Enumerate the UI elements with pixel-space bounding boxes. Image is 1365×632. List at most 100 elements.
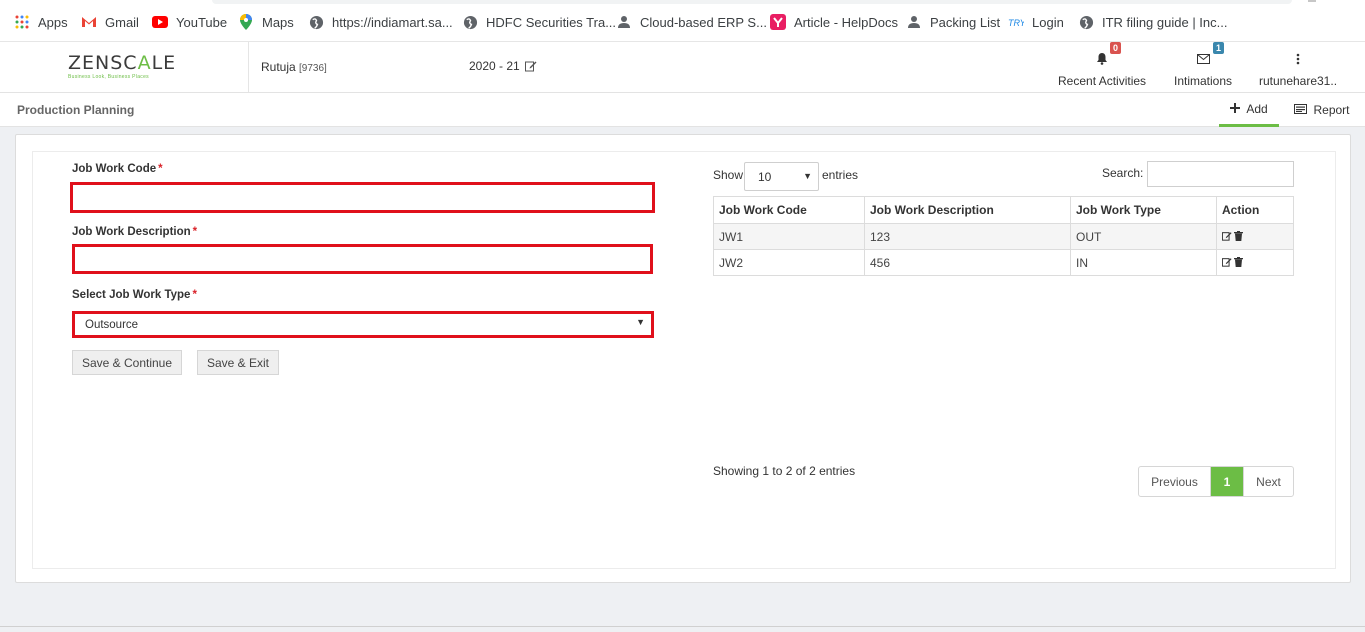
fiscal-year[interactable]: 2020 - 21 — [469, 59, 537, 73]
cell-description: 456 — [864, 249, 1071, 276]
cell-type: OUT — [1070, 223, 1217, 250]
entries-label: entries — [822, 168, 859, 182]
bookmark-label: Gmail — [105, 14, 139, 30]
envelope-icon — [1196, 54, 1210, 68]
bookmark-label: Packing List — [930, 14, 1001, 30]
footer-divider — [0, 626, 1365, 627]
bookmark-label: HDFC Securities Tra... — [486, 14, 617, 30]
plus-icon — [1230, 102, 1241, 116]
chevron-down-icon: ▼ — [636, 317, 645, 327]
bookmark-login[interactable]: TRY Login — [1008, 12, 1064, 32]
bookmark-label: Login — [1032, 14, 1064, 30]
intimations-badge: 1 — [1213, 42, 1224, 54]
recent-activities-badge: 0 — [1110, 42, 1121, 54]
user-icon — [906, 14, 922, 30]
show-label: Show — [713, 168, 744, 182]
required-mark: * — [192, 289, 197, 301]
logo-text-part: ZENSC — [68, 52, 138, 74]
save-exit-button[interactable]: Save & Exit — [197, 350, 279, 375]
edit-icon[interactable] — [524, 60, 537, 72]
header-divider — [248, 42, 249, 92]
user-icon — [616, 14, 632, 30]
logo-text-accent: A — [137, 52, 152, 74]
intimations[interactable]: 1 Intimations — [1170, 42, 1236, 88]
bookmarks-bar: Apps Gmail YouTube Maps https://indiamar… — [0, 0, 1365, 42]
column-header: Action — [1216, 196, 1294, 224]
bookmark-maps[interactable]: Maps — [238, 12, 294, 32]
chevron-down-icon: ▼ — [803, 171, 812, 181]
label-text: Job Work Code — [72, 163, 157, 175]
page-title: Production Planning — [17, 103, 135, 117]
column-header[interactable]: Job Work Code — [713, 196, 865, 224]
zenscale-logo[interactable]: ZENSCALE Business Look, Business Places — [68, 52, 180, 82]
bell-icon — [1096, 52, 1108, 68]
cell-action — [1216, 249, 1294, 276]
job-work-type-value: Outsource — [85, 318, 139, 331]
job-work-description-input[interactable] — [72, 244, 653, 274]
bookmark-itr[interactable]: ITR filing guide | Inc... — [1078, 12, 1228, 32]
svg-text:TRY: TRY — [1008, 18, 1024, 28]
cell-type: IN — [1070, 249, 1217, 276]
bookmark-youtube[interactable]: YouTube — [152, 12, 227, 32]
logo-tagline: Business Look, Business Places — [68, 74, 149, 80]
bookmark-helpdocs[interactable]: Article - HelpDocs — [770, 12, 898, 32]
recent-activities-label: Recent Activities — [1058, 74, 1147, 88]
bookmark-indiamart[interactable]: https://indiamart.sa... — [308, 12, 453, 32]
user-name: Rutuja — [261, 60, 296, 74]
previous-page-button[interactable]: Previous — [1139, 467, 1211, 496]
table-row: JW1 123 OUT — [713, 223, 1294, 250]
bookmark-packing-list[interactable]: Packing List — [906, 12, 1000, 32]
page-1-button[interactable]: 1 — [1211, 467, 1243, 496]
bookmark-label: Apps — [38, 14, 68, 30]
job-work-description-label: Job Work Description * — [72, 226, 197, 238]
pagination: Previous 1 Next — [1138, 466, 1294, 497]
bookmark-label: YouTube — [176, 14, 228, 30]
app-header: ZENSCALE Business Look, Business Places … — [0, 42, 1365, 93]
edit-icon[interactable] — [1221, 256, 1232, 270]
table-row: JW2 456 IN — [713, 249, 1294, 276]
trash-icon[interactable] — [1234, 230, 1243, 244]
bookmark-label: Article - HelpDocs — [794, 14, 899, 30]
trash-icon[interactable] — [1234, 256, 1243, 270]
bookmark-label: ITR filing guide | Inc... — [1102, 14, 1228, 30]
page-titlebar: Production Planning Add Report — [0, 93, 1365, 127]
required-mark: * — [192, 226, 198, 238]
more-vertical-icon — [1296, 53, 1300, 68]
maps-icon — [238, 14, 254, 30]
cell-code: JW2 — [713, 249, 865, 276]
tab-report[interactable]: Report — [1287, 93, 1357, 127]
label-text: Job Work Description — [72, 226, 191, 238]
save-continue-button[interactable]: Save & Continue — [72, 350, 182, 375]
apps-grid-icon — [14, 14, 30, 30]
bookmark-hdfc[interactable]: HDFC Securities Tra... — [462, 12, 616, 32]
table-info: Showing 1 to 2 of 2 entries — [713, 464, 856, 478]
search-input[interactable] — [1147, 161, 1294, 187]
column-header[interactable]: Job Work Description — [864, 196, 1071, 224]
cell-description: 123 — [864, 223, 1071, 250]
cell-code: JW1 — [713, 223, 865, 250]
bookmark-gmail[interactable]: Gmail — [81, 12, 139, 32]
job-work-code-label: Job Work Code * — [72, 163, 163, 175]
required-mark: * — [158, 163, 163, 175]
globe-icon — [1078, 14, 1094, 30]
tab-add[interactable]: Add — [1219, 93, 1279, 127]
page-length-value: 10 — [758, 169, 772, 184]
next-page-button[interactable]: Next — [1243, 467, 1293, 496]
job-work-type-select[interactable]: Outsource ▼ — [72, 311, 654, 338]
recent-activities[interactable]: 0 Recent Activities — [1058, 42, 1147, 88]
bookmark-label: https://indiamart.sa... — [332, 14, 453, 30]
job-work-code-input[interactable] — [70, 182, 655, 213]
user-label: Rutuja [9736] — [261, 60, 327, 74]
page-length-select[interactable]: 10 ▼ — [744, 162, 819, 191]
bookmark-cloud-erp[interactable]: Cloud-based ERP S... — [616, 12, 767, 32]
bookmark-apps[interactable]: Apps — [14, 12, 68, 32]
table-header-row: Job Work Code Job Work Description Job W… — [713, 196, 1294, 224]
bookmark-label: Cloud-based ERP S... — [640, 14, 767, 30]
job-work-table: Job Work Code Job Work Description Job W… — [713, 196, 1294, 276]
account-menu[interactable]: rutunehare31.. — [1257, 50, 1339, 88]
column-header[interactable]: Job Work Type — [1070, 196, 1217, 224]
edit-icon[interactable] — [1221, 230, 1232, 244]
toolbar-edge — [1308, 0, 1316, 2]
bookmark-label: Maps — [262, 14, 294, 30]
tab-add-label: Add — [1246, 101, 1268, 116]
